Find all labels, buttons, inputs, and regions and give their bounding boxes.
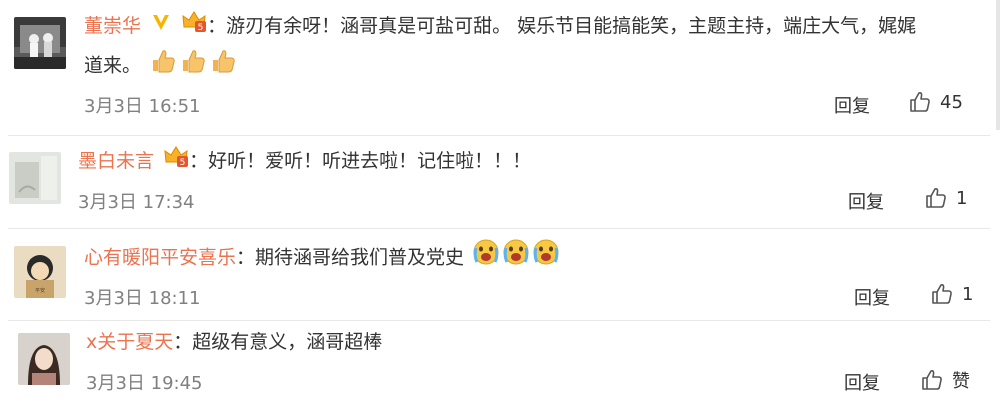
comment-item: x关于夏天：超级有意义，涵哥超棒 3月3日 19:45 回复 赞 xyxy=(0,321,990,409)
thumbs-up-icon xyxy=(932,284,952,304)
thumbs-up-emoji xyxy=(179,46,207,86)
avatar-image xyxy=(14,17,66,69)
username[interactable]: 董崇华 xyxy=(84,15,141,37)
svg-text:5: 5 xyxy=(180,158,186,168)
comment-text: 好听！爱听！听进去啦！记住啦！！！ xyxy=(208,150,532,172)
avatar-image xyxy=(9,152,61,204)
comment-body: 董崇华 5 ：游刃有余呀！涵哥真是可盐可甜。 娱乐节目能搞能笑，主题主持，端庄大… xyxy=(84,8,916,45)
comment-item: 董崇华 5 ：游刃有余呀！涵哥真是可盐可甜。 娱乐节目能搞能笑，主题主持，端庄大… xyxy=(0,0,990,130)
like-button[interactable]: 1 xyxy=(924,186,967,210)
comment-body: x关于夏天：超级有意义，涵哥超棒 xyxy=(86,324,382,360)
comment-time: 3月3日 18:11 xyxy=(84,288,201,309)
comment-item: 平安 心有暖阳平安喜乐：期待涵哥给我们普及党史 3月3日 18:11 回复 1 xyxy=(0,229,990,319)
comment-item: 墨白未言 5 ：好听！爱听！听进去啦！记住啦！！！ 3月3日 17:34 回复 … xyxy=(0,136,990,226)
thumbs-up-emoji xyxy=(149,46,177,86)
comment-text: 道来。 xyxy=(84,54,142,77)
like-count: 赞 xyxy=(952,371,970,392)
gold-crown-icon[interactable]: 5 xyxy=(163,144,189,180)
thumbs-up-emoji xyxy=(209,46,237,86)
reply-button[interactable]: 回复 xyxy=(844,369,880,395)
vip-v-icon[interactable] xyxy=(150,9,172,45)
avatar[interactable] xyxy=(14,17,66,69)
comment-body: 墨白未言 5 ：好听！爱听！听进去啦！记住啦！！！ xyxy=(78,143,531,180)
comment-text: 游刃有余呀！涵哥真是可盐可甜。 娱乐节目能搞能笑，主题主持，端庄大气，娓娓 xyxy=(226,15,917,37)
colon: ： xyxy=(173,331,193,353)
comment-time: 3月3日 19:45 xyxy=(86,373,203,394)
username[interactable]: x关于夏天 xyxy=(86,331,173,353)
avatar[interactable] xyxy=(9,152,61,204)
like-button[interactable]: 45 xyxy=(908,90,963,114)
colon: ： xyxy=(207,15,227,37)
reply-button[interactable]: 回复 xyxy=(834,92,870,118)
colon: ： xyxy=(236,246,256,269)
reply-button[interactable]: 回复 xyxy=(854,284,890,310)
avatar-image: 平安 xyxy=(14,246,66,298)
avatar[interactable]: 平安 xyxy=(14,246,66,298)
avatar-image xyxy=(18,333,70,385)
thumbs-up-icon xyxy=(910,92,930,112)
comment-time: 3月3日 17:34 xyxy=(78,192,195,213)
comment-text: 期待涵哥给我们普及党史 xyxy=(255,246,465,269)
like-count: 1 xyxy=(962,283,974,305)
colon: ： xyxy=(189,150,209,172)
crying-face-emoji xyxy=(532,238,560,278)
avatar[interactable] xyxy=(18,333,70,385)
scrollbar[interactable] xyxy=(996,0,1000,130)
crying-face-emoji xyxy=(502,238,530,278)
username[interactable]: 墨白未言 xyxy=(78,150,154,172)
comment-body-cont: 道来。 xyxy=(84,46,237,86)
svg-text:平安: 平安 xyxy=(35,287,45,294)
comment-time: 3月3日 16:51 xyxy=(84,96,201,117)
like-count: 1 xyxy=(956,187,968,209)
comment-text: 超级有意义，涵哥超棒 xyxy=(192,331,383,353)
crying-face-emoji xyxy=(472,238,500,278)
like-button[interactable]: 1 xyxy=(930,282,973,306)
like-count: 45 xyxy=(940,91,963,113)
like-button[interactable]: 赞 xyxy=(920,367,970,393)
thumbs-up-icon xyxy=(926,188,946,208)
svg-text:5: 5 xyxy=(198,23,204,33)
thumbs-up-icon xyxy=(922,370,942,390)
comment-body: 心有暖阳平安喜乐：期待涵哥给我们普及党史 xyxy=(84,238,560,278)
reply-button[interactable]: 回复 xyxy=(848,188,884,214)
gold-crown-icon[interactable]: 5 xyxy=(181,9,207,45)
username[interactable]: 心有暖阳平安喜乐 xyxy=(84,247,236,269)
